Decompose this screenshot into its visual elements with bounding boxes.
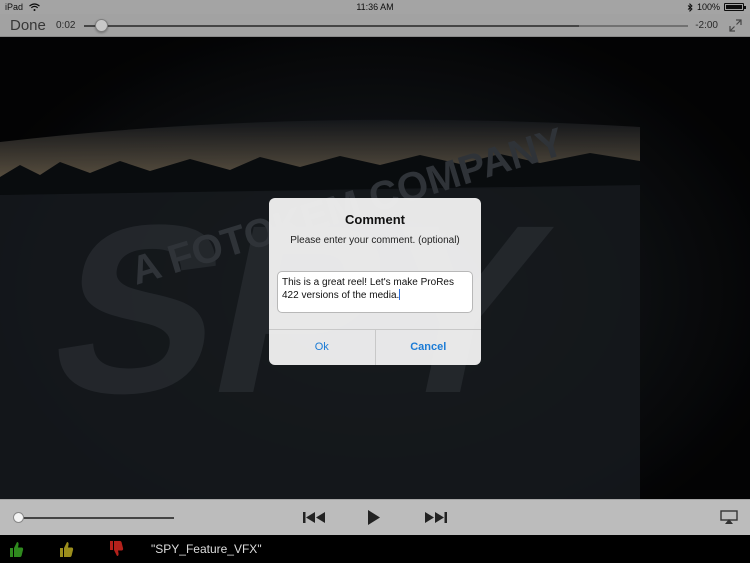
clip-info-bar: "SPY_Feature_VFX" (0, 535, 750, 563)
volume-slider-track[interactable] (18, 517, 174, 519)
comment-input[interactable]: This is a great reel! Let's make ProRes … (277, 271, 473, 313)
ok-button[interactable]: Ok (269, 330, 375, 365)
play-icon[interactable] (367, 509, 381, 526)
thumbs-down-red-icon[interactable] (108, 540, 124, 558)
airplay-icon[interactable] (720, 510, 738, 524)
next-track-icon[interactable] (422, 509, 448, 525)
cancel-button[interactable]: Cancel (374, 330, 482, 365)
text-caret (399, 289, 401, 300)
comment-input-value: This is a great reel! Let's make ProRes … (282, 277, 454, 301)
thumbs-up-yellow-icon[interactable] (58, 540, 74, 558)
volume-slider-thumb[interactable] (13, 512, 24, 523)
dialog-button-row: Ok Cancel (269, 329, 481, 365)
previous-track-icon[interactable] (302, 509, 328, 525)
dialog-title: Comment (345, 212, 405, 227)
thumbs-up-green-icon[interactable] (8, 540, 24, 558)
dialog-message: Please enter your comment. (optional) (290, 235, 460, 246)
playback-controls (0, 499, 750, 535)
comment-dialog: Comment Please enter your comment. (opti… (269, 198, 481, 365)
clip-name: "SPY_Feature_VFX" (151, 542, 262, 556)
